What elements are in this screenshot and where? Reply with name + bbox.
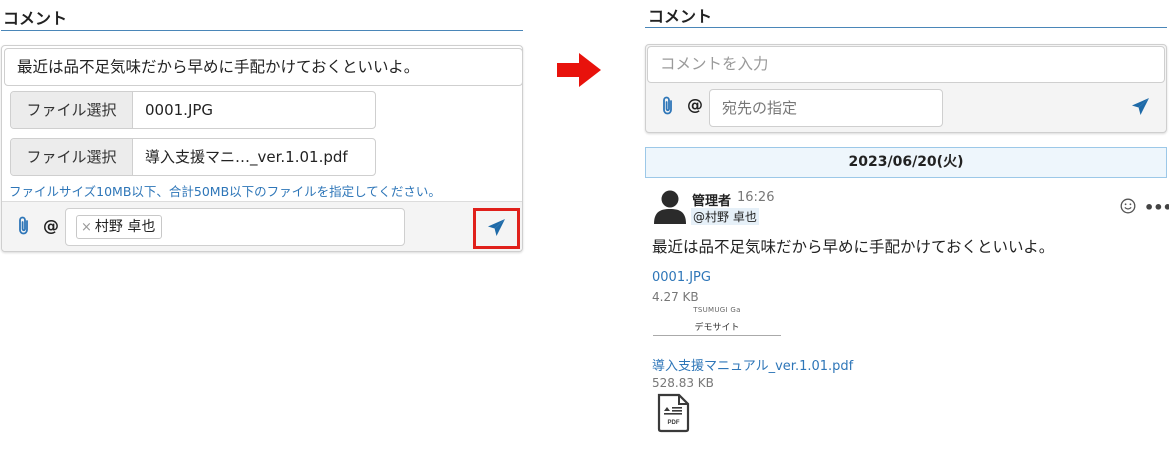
chip-remove-icon[interactable]: × [81, 220, 92, 235]
comment-textarea[interactable]: 最近は品不足気味だから早めに手配かけておくといいよ。 [4, 48, 523, 86]
comment-input[interactable]: コメントを入力 [647, 46, 1165, 83]
left-section-divider [1, 30, 523, 31]
file-name: 0001.JPG [145, 101, 214, 119]
recipient-field[interactable]: × 村野 卓也 [65, 208, 405, 246]
right-section-divider [645, 27, 1167, 28]
post-time: 16:26 [737, 190, 775, 205]
right-comment-form: コメントを入力 @ 宛先の指定 [645, 44, 1167, 133]
more-options-icon[interactable]: ••• [1144, 198, 1169, 217]
paperclip-icon[interactable] [661, 96, 675, 116]
right-section-title: コメント [648, 7, 713, 26]
mention-at-icon[interactable]: @ [43, 216, 59, 235]
post-mention[interactable]: @村野 卓也 [691, 208, 759, 225]
destination-field[interactable]: 宛先の指定 [709, 89, 943, 127]
recipient-chip-label: 村野 卓也 [94, 219, 156, 235]
mention-at-icon[interactable]: @ [687, 95, 703, 114]
send-button-highlight [473, 208, 520, 249]
file-input-1[interactable]: ファイル選択 0001.JPG [10, 91, 376, 129]
thumbnail-caption: デモサイト [694, 323, 740, 333]
left-comment-form: 最近は品不足気味だから早めに手配かけておくといいよ。 ファイル選択 0001.J… [1, 45, 523, 252]
attachment-size: 528.83 KB [652, 376, 714, 390]
smiley-icon[interactable] [1120, 198, 1136, 214]
attachment-link[interactable]: 0001.JPG [652, 270, 711, 285]
file-input-2[interactable]: ファイル選択 導入支援マニ…_ver.1.01.pdf [10, 138, 376, 176]
attachment-size: 4.27 KB [652, 290, 699, 304]
recipient-chip[interactable]: × 村野 卓也 [76, 215, 163, 239]
left-section-title: コメント [3, 9, 68, 28]
attachment-link[interactable]: 導入支援マニュアル_ver.1.01.pdf [652, 355, 853, 374]
file-name: 導入支援マニ…_ver.1.01.pdf [145, 148, 348, 166]
left-comment-toolbar: @ × 村野 卓也 [2, 201, 522, 251]
avatar-icon [654, 190, 686, 224]
post-author: 管理者 [692, 194, 732, 209]
paperclip-icon[interactable] [17, 216, 31, 236]
image-thumbnail[interactable]: TSUMUGI Ga デモサイト [653, 306, 781, 336]
arrow-right-icon [557, 53, 601, 87]
file-select-button[interactable]: ファイル選択 [11, 92, 133, 128]
post-message: 最近は品不足気味だから早めに手配かけておくといいよ。 [652, 238, 1055, 256]
file-size-hint: ファイルサイズ10MB以下、合計50MB以下のファイルを指定してください。 [9, 184, 441, 199]
send-icon[interactable] [1131, 97, 1150, 116]
file-select-button[interactable]: ファイル選択 [11, 139, 133, 175]
destination-placeholder: 宛先の指定 [722, 99, 798, 117]
thumbnail-logo: TSUMUGI Ga [693, 306, 741, 314]
pdf-file-icon[interactable]: PDF [655, 393, 691, 433]
date-header: 2023/06/20(火) [645, 147, 1167, 178]
pdf-icon-label: PDF [668, 420, 680, 426]
